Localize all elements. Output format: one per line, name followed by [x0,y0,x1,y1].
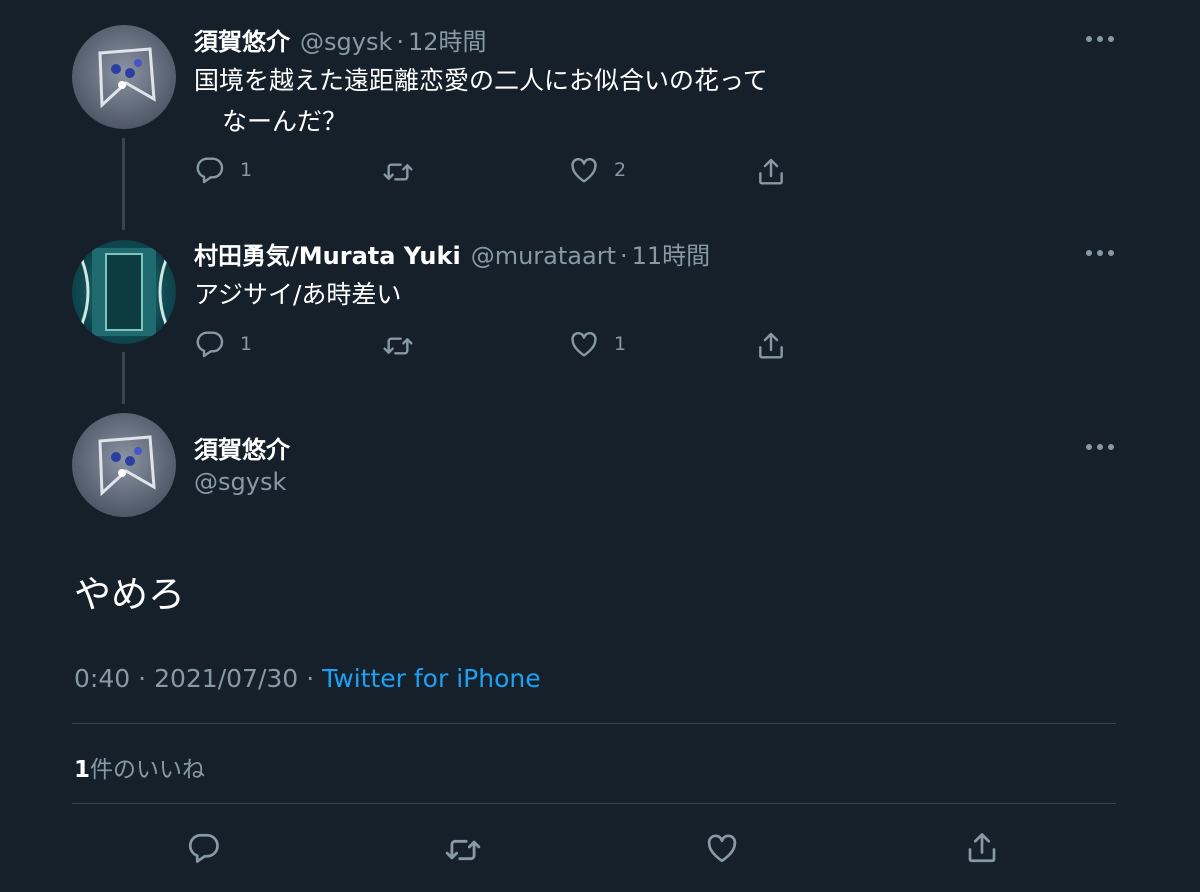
tweet-time[interactable]: 0:40 [74,664,130,693]
share-button[interactable] [964,830,1000,866]
likes-summary[interactable]: 1 件のいいね [74,750,205,784]
handle[interactable]: @sgysk [194,468,286,496]
thread-line [122,352,125,404]
reply-button[interactable] [186,830,222,866]
reply-icon [194,328,226,360]
divider [72,723,1116,724]
retweet-button[interactable] [382,330,414,362]
like-count: 1 [614,333,627,355]
reply-icon [186,830,222,866]
tweet-text: 国境を越えた遠距離恋愛の二人にお似合いの花って [194,66,768,95]
like-icon [704,830,740,866]
share-button[interactable] [755,330,787,362]
reply-icon [194,154,226,186]
retweet-button[interactable] [444,831,482,869]
timestamp[interactable]: 11時間 [632,236,711,271]
avatar[interactable] [72,413,176,517]
reply-count: 1 [240,159,253,181]
like-button[interactable] [704,830,740,866]
tweet-source-link[interactable]: Twitter for iPhone [322,664,540,693]
like-button[interactable]: 1 [568,328,626,360]
retweet-button[interactable] [382,156,414,188]
share-icon [755,330,787,362]
retweet-icon [444,831,482,869]
handle[interactable]: @sgysk [300,28,392,56]
tweet-timestamp-row: 0:40 · 2021/07/30 · Twitter for iPhone [74,664,541,693]
handle[interactable]: @murataart [471,242,616,270]
separator: · [619,242,628,270]
likes-count: 1 [74,757,91,783]
reply-count: 1 [240,333,253,355]
thread-line [122,138,125,230]
like-icon [568,328,600,360]
avatar[interactable] [72,25,176,129]
more-icon[interactable] [1086,248,1114,258]
tweet-header: 村田勇気/Murata Yuki @murataart · 11時間 [194,236,710,271]
main-tweet-text: やめろ [74,573,185,616]
tweet-text: アジサイ/あ時差い [194,280,402,309]
display-name[interactable]: 須賀悠介 [194,430,290,465]
separator: · [138,664,147,693]
display-name[interactable]: 村田勇気/Murata Yuki [194,236,461,271]
like-icon [568,154,600,186]
likes-label: 件のいいね [90,757,206,783]
tweet-date[interactable]: 2021/07/30 [154,664,298,693]
more-icon[interactable] [1086,442,1114,452]
retweet-icon [382,156,414,188]
tweet-header: 須賀悠介 @sgysk · 12時間 [194,22,487,57]
retweet-icon [382,330,414,362]
like-count: 2 [614,159,627,181]
share-icon [755,156,787,188]
avatar[interactable] [72,240,176,344]
display-name[interactable]: 須賀悠介 [194,22,290,57]
separator: · [396,28,404,56]
reply-button[interactable]: 1 [194,154,252,186]
tweet-text-line2: なーんだ？ [222,107,348,136]
separator: · [306,664,315,693]
share-icon [964,830,1000,866]
divider [72,803,1116,804]
like-button[interactable]: 2 [568,154,626,186]
more-icon[interactable] [1086,34,1114,44]
share-button[interactable] [755,156,787,188]
reply-button[interactable]: 1 [194,328,252,360]
timestamp[interactable]: 12時間 [408,22,487,57]
